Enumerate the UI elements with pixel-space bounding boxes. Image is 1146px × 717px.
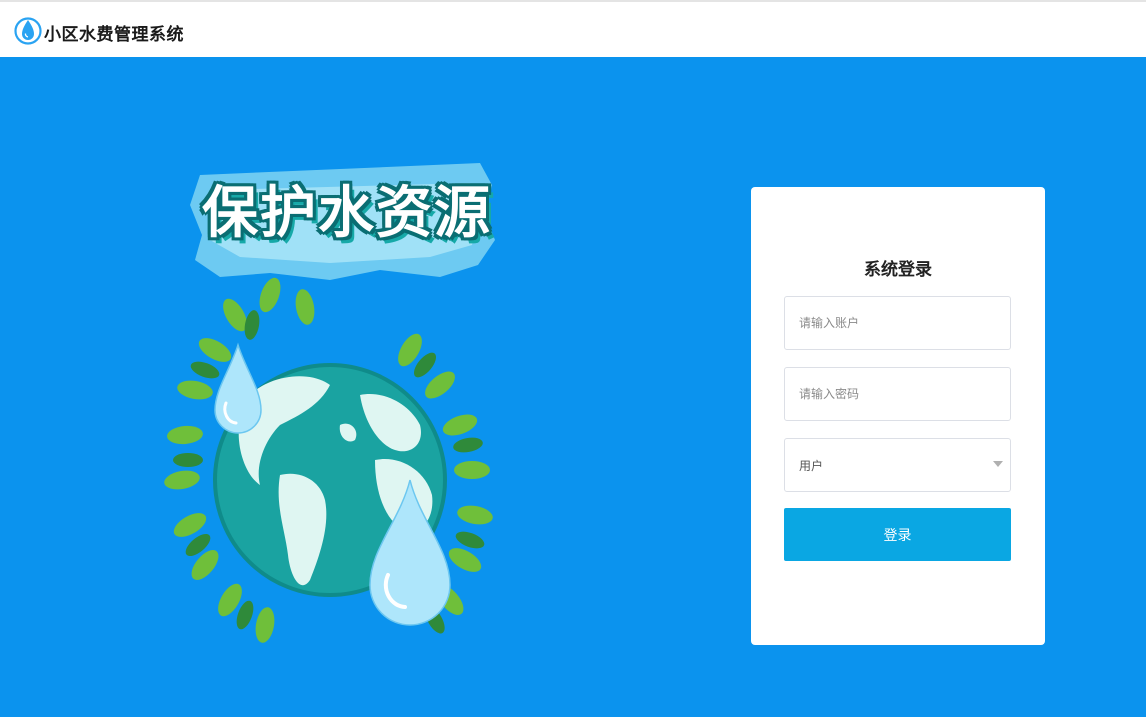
- earth-globe-illustration: [164, 277, 493, 643]
- account-field[interactable]: [784, 296, 1011, 350]
- hero-slogan: 保护水资源: [202, 181, 492, 246]
- login-button[interactable]: 登录: [784, 508, 1011, 561]
- account-input[interactable]: [785, 297, 1010, 349]
- role-select[interactable]: 用户: [784, 438, 1011, 492]
- app-root: 小区水费管理系统 保护水资源 系统登录 请输入账户 用户 登录: [0, 0, 1146, 717]
- login-title: 系统登录: [864, 260, 932, 280]
- app-title: 小区水费管理系统: [44, 25, 184, 45]
- login-card: 系统登录 用户 登录: [751, 187, 1045, 645]
- password-field[interactable]: [784, 367, 1011, 421]
- water-drop-icon: [14, 17, 42, 45]
- hero-illustration: 保护水资源: [160, 90, 530, 670]
- chevron-down-icon[interactable]: [993, 461, 1003, 467]
- password-input[interactable]: [785, 368, 1010, 420]
- role-select-value: 用户: [799, 458, 824, 473]
- top-header-bar: 小区水费管理系统: [0, 0, 1146, 57]
